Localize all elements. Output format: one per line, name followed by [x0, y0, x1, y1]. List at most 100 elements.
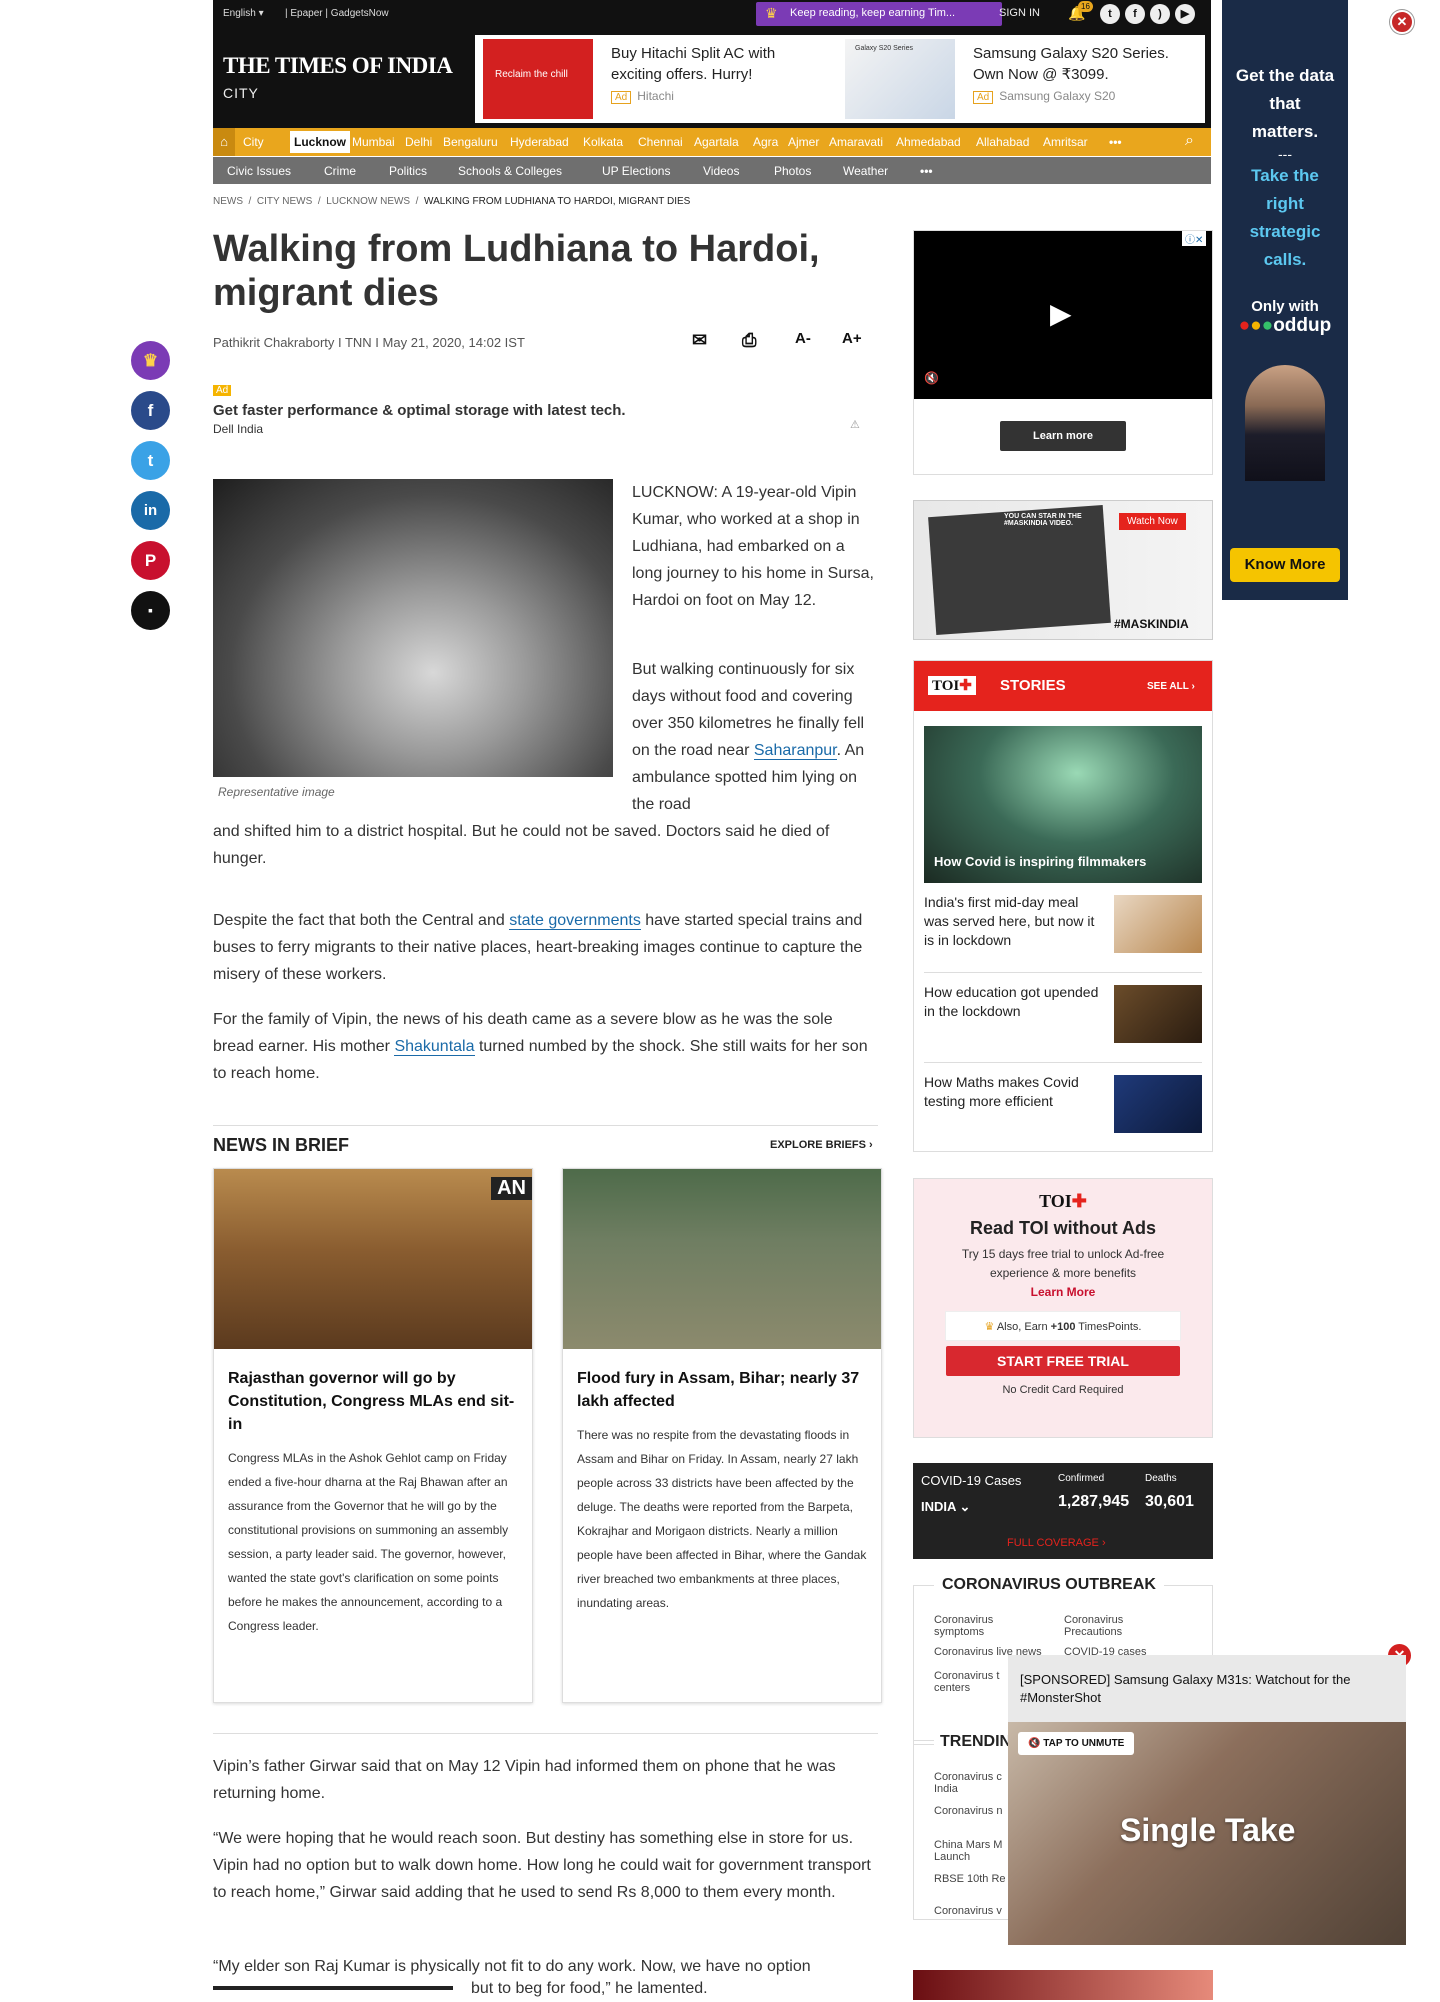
breadcrumb-news[interactable]: NEWS — [213, 196, 243, 207]
story-thumbnail[interactable] — [1114, 985, 1202, 1043]
inline-ad[interactable]: Ad Get faster performance & optimal stor… — [213, 380, 870, 436]
shakuntala-link[interactable]: Shakuntala — [394, 1038, 475, 1056]
subnav-crime[interactable]: Crime — [324, 164, 356, 178]
breadcrumb-lucknow-news[interactable]: LUCKNOW NEWS — [326, 196, 410, 207]
saharanpur-link[interactable]: Saharanpur — [753, 742, 837, 760]
ad-choices-icon[interactable]: ⓘ✕ — [1182, 231, 1207, 246]
epaper-link[interactable]: Epaper — [290, 8, 322, 19]
pinterest-share-icon[interactable]: P — [131, 541, 170, 580]
state-governments-link[interactable]: state governments — [509, 912, 641, 930]
language-select[interactable]: English ▾ — [223, 8, 264, 19]
nav-item-ahmedabad[interactable]: Ahmedabad — [896, 135, 961, 149]
subnav-photos[interactable]: Photos — [774, 164, 811, 178]
nav-item-mumbai[interactable]: Mumbai — [352, 135, 395, 149]
start-free-trial-button[interactable]: START FREE TRIAL — [946, 1346, 1180, 1376]
crown-icon[interactable]: ♛ — [131, 341, 170, 380]
tap-to-unmute-button[interactable]: 🔇 TAP TO UNMUTE — [1018, 1732, 1135, 1755]
top-ad-banner[interactable]: Reclaim the chill Buy Hitachi Split AC w… — [475, 35, 1205, 123]
samsung-ad[interactable]: Samsung Galaxy S20 Series. Own Now @ ₹30… — [973, 43, 1193, 104]
floating-video-title[interactable]: [SPONSORED] Samsung Galaxy M31s: Watchou… — [1020, 1671, 1390, 1707]
story-item[interactable]: How Maths makes Covid testing more effic… — [924, 1073, 1202, 1143]
floating-video-ad[interactable]: [SPONSORED] Samsung Galaxy M31s: Watchou… — [1008, 1655, 1406, 1945]
trending-link[interactable]: RBSE 10th Re — [934, 1873, 1014, 1885]
site-logo[interactable]: THE TIMES OF INDIA — [223, 53, 453, 79]
rss-icon[interactable]: ) — [1150, 4, 1170, 24]
trending-link[interactable]: Coronavirus c India — [934, 1771, 1014, 1795]
brief-card-image[interactable] — [563, 1169, 881, 1349]
story-item[interactable]: How education got upended in the lockdow… — [924, 983, 1202, 1063]
story-thumbnail[interactable] — [1114, 1075, 1202, 1133]
font-decrease-button[interactable]: A- — [795, 330, 811, 347]
outbreak-link[interactable]: Coronavirus t centers — [934, 1670, 1014, 1694]
subnav-schools[interactable]: Schools & Colleges — [458, 164, 562, 178]
skyscraper-ad[interactable]: Get the data that matters. --- Take the … — [1222, 0, 1348, 600]
youtube-icon[interactable]: ▶ — [1175, 4, 1195, 24]
gadgetsnow-link[interactable]: GadgetsNow — [331, 8, 389, 19]
know-more-button[interactable]: Know More — [1230, 548, 1340, 582]
nav-more[interactable]: ••• — [1109, 135, 1122, 149]
facebook-icon[interactable]: f — [1125, 4, 1145, 24]
maskindia-ad[interactable]: YOU CAN STAR IN THE #MASKINDIA VIDEO. Wa… — [913, 500, 1213, 640]
outbreak-link[interactable]: Coronavirus Precautions — [1064, 1614, 1174, 1638]
nav-city[interactable]: City — [243, 135, 264, 149]
inline-ad-headline[interactable]: Get faster performance & optimal storage… — [213, 402, 870, 419]
watch-now-button[interactable]: Watch Now — [1119, 513, 1186, 530]
nav-item-amritsar[interactable]: Amritsar — [1043, 135, 1088, 149]
learn-more-link[interactable]: Learn More — [914, 1283, 1212, 1301]
video-player[interactable]: ▶ 🔇 ⓘ✕ — [914, 231, 1212, 399]
timespoints-promo[interactable]: ♛ Keep reading, keep earning Tim... — [756, 2, 1002, 26]
ad-info-icon[interactable]: ⚠ — [850, 418, 860, 431]
close-ad-icon[interactable]: ✕ — [1390, 10, 1414, 34]
twitter-icon[interactable]: t — [1100, 4, 1120, 24]
video-ad[interactable]: ▶ 🔇 ⓘ✕ Learn more — [913, 230, 1213, 475]
learn-more-button[interactable]: Learn more — [1000, 421, 1126, 451]
featured-story[interactable]: How Covid is inspiring filmmakers — [924, 726, 1202, 883]
brief-card-title[interactable]: Flood fury in Assam, Bihar; nearly 37 la… — [563, 1367, 881, 1413]
featured-story-title[interactable]: How Covid is inspiring filmmakers — [934, 854, 1146, 869]
facebook-share-icon[interactable]: f — [131, 391, 170, 430]
brief-card[interactable]: Flood fury in Assam, Bihar; nearly 37 la… — [562, 1168, 882, 1703]
article-hero-image[interactable] — [213, 479, 613, 777]
nav-item-delhi[interactable]: Delhi — [405, 135, 432, 149]
samsung-ad-title[interactable]: Samsung Galaxy S20 Series. Own Now @ ₹30… — [973, 43, 1193, 85]
nav-item-kolkata[interactable]: Kolkata — [583, 135, 623, 149]
brief-card-title[interactable]: Rajasthan governor will go by Constituti… — [214, 1367, 532, 1436]
search-icon[interactable]: ⌕ — [1185, 132, 1194, 150]
mute-icon[interactable]: 🔇 — [924, 371, 939, 385]
comment-icon[interactable]: ▪ — [131, 591, 170, 630]
subnav-politics[interactable]: Politics — [389, 164, 427, 178]
story-title[interactable]: How Maths makes Covid testing more effic… — [924, 1073, 1104, 1111]
trending-link[interactable]: Coronavirus v — [934, 1905, 1014, 1917]
font-increase-button[interactable]: A+ — [842, 330, 862, 347]
email-icon[interactable]: ✉ — [692, 330, 707, 351]
nav-item-amaravati[interactable]: Amaravati — [829, 135, 883, 149]
linkedin-share-icon[interactable]: in — [131, 491, 170, 530]
nav-lucknow-tab[interactable]: Lucknow — [290, 131, 351, 153]
subnav-civic-issues[interactable]: Civic Issues — [227, 164, 291, 178]
bottom-sidebar-ad[interactable] — [913, 1970, 1213, 2000]
floating-video-player[interactable]: 🔇 TAP TO UNMUTE Single Take — [1008, 1722, 1406, 1945]
nav-item-ajmer[interactable]: Ajmer — [788, 135, 819, 149]
sign-in-link[interactable]: SIGN IN — [999, 7, 1040, 19]
subnav-videos[interactable]: Videos — [703, 164, 739, 178]
country-select[interactable]: INDIA ⌄ — [921, 1499, 970, 1515]
story-thumbnail[interactable] — [1114, 895, 1202, 953]
brief-card-image[interactable]: AN — [214, 1169, 532, 1349]
subnav-more[interactable]: ••• — [920, 164, 933, 178]
hitachi-ad-title[interactable]: Buy Hitachi Split AC with exciting offer… — [611, 43, 811, 85]
trending-link[interactable]: China Mars M Launch — [934, 1839, 1014, 1863]
see-all-link[interactable]: SEE ALL › — [1147, 681, 1195, 692]
play-icon[interactable]: ▶ — [1050, 297, 1072, 330]
hitachi-ad-image[interactable]: Reclaim the chill — [483, 39, 593, 119]
trending-link[interactable]: Coronavirus n — [934, 1805, 1014, 1817]
story-title[interactable]: India's first mid-day meal was served he… — [924, 893, 1104, 950]
hitachi-ad[interactable]: Buy Hitachi Split AC with exciting offer… — [611, 43, 811, 104]
nav-item-allahabad[interactable]: Allahabad — [976, 135, 1029, 149]
outbreak-link[interactable]: Coronavirus symptoms — [934, 1614, 1044, 1638]
story-title[interactable]: How education got upended in the lockdow… — [924, 983, 1104, 1021]
brief-card[interactable]: AN Rajasthan governor will go by Constit… — [213, 1168, 533, 1703]
twitter-share-icon[interactable]: t — [131, 441, 170, 480]
nav-item-agra[interactable]: Agra — [753, 135, 778, 149]
full-coverage-link[interactable]: FULL COVERAGE › — [1007, 1537, 1106, 1549]
story-item[interactable]: India's first mid-day meal was served he… — [924, 893, 1202, 973]
